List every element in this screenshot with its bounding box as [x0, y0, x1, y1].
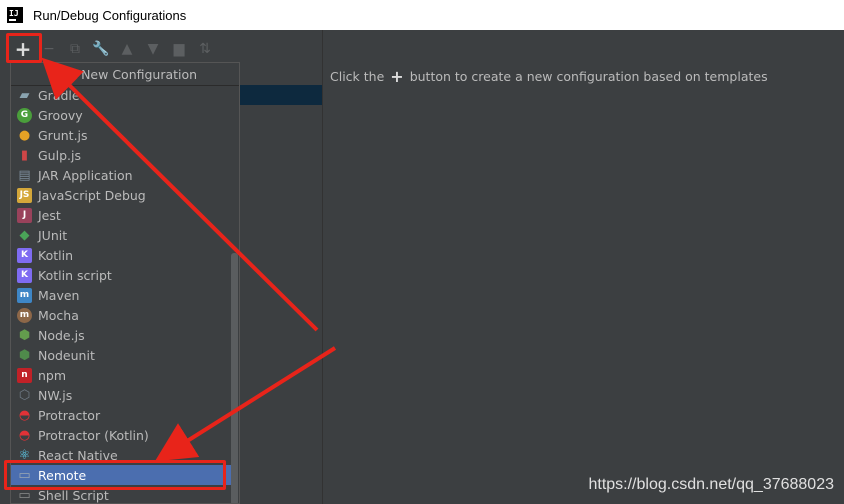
config-type-label: JAR Application: [38, 167, 133, 183]
arrow-down-icon: ▼: [147, 41, 159, 57]
configuration-type-list: ▰ Gradle G Groovy ● Grunt.js ▮ Gulp.js ▤ JAR Appl…: [11, 85, 237, 503]
minus-icon: −: [43, 41, 55, 57]
copy-button[interactable]: ⧉: [62, 36, 88, 62]
folder-icon: ▆: [173, 41, 185, 57]
gulp-icon: ▮: [20, 147, 29, 163]
arrow-up-icon: ▲: [121, 41, 133, 57]
config-type-nodeunit[interactable]: ⬢ Nodeunit: [11, 345, 237, 365]
config-type-mocha[interactable]: m Mocha: [11, 305, 237, 325]
js-debug-icon: JS: [17, 187, 32, 203]
protractor-kotlin-icon: ◓: [18, 427, 31, 443]
add-new-configuration-popup: Add New Configuration ▰ Gradle G Groovy ● Gru…: [10, 62, 240, 504]
config-type-gradle[interactable]: ▰ Gradle: [11, 85, 237, 105]
nwjs-icon: ⬡: [18, 387, 31, 403]
config-type-label: Kotlin script: [38, 267, 112, 283]
window-title: Run/Debug Configurations: [33, 7, 187, 23]
empty-state-hint: Click the + button to create a new confi…: [330, 67, 768, 86]
jar-icon: ▤: [18, 167, 31, 183]
config-type-maven[interactable]: m Maven: [11, 285, 237, 305]
hint-text-after: button to create a new configuration bas…: [409, 69, 768, 84]
junit-icon: ◆: [19, 227, 30, 243]
intellij-logo-icon: IJ: [7, 7, 23, 23]
hint-plus-icon: +: [390, 67, 404, 86]
config-type-label: Gulp.js: [38, 147, 81, 163]
config-type-kotlin[interactable]: K Kotlin: [11, 245, 237, 265]
config-type-js-debug[interactable]: JS JavaScript Debug: [11, 185, 237, 205]
config-type-label: NW.js: [38, 387, 73, 403]
kotlin-script-icon: K: [17, 267, 32, 283]
config-type-npm[interactable]: n npm: [11, 365, 237, 385]
grunt-icon: ●: [18, 127, 31, 143]
wrench-button[interactable]: 🔧: [88, 36, 114, 62]
maven-icon: m: [17, 287, 32, 303]
title-bar: IJ Run/Debug Configurations: [0, 0, 844, 30]
jest-icon: J: [17, 207, 32, 223]
config-type-grunt[interactable]: ● Grunt.js: [11, 125, 237, 145]
config-type-label: Gradle: [38, 87, 80, 103]
wrench-icon: 🔧: [92, 41, 110, 57]
popup-scrollbar[interactable]: [231, 253, 238, 503]
groovy-icon: G: [17, 107, 32, 123]
config-type-label: Protractor (Kotlin): [38, 427, 149, 443]
popup-header: Add New Configuration: [11, 63, 239, 86]
config-type-jest[interactable]: J Jest: [11, 205, 237, 225]
remote-highlight-box: [4, 460, 226, 490]
nodeunit-icon: ⬢: [18, 347, 31, 363]
arrow-up-button[interactable]: ▲: [114, 36, 140, 62]
plus-highlight-box: [6, 33, 42, 63]
config-type-label: Maven: [38, 287, 80, 303]
config-type-groovy[interactable]: G Groovy: [11, 105, 237, 125]
config-type-label: Node.js: [38, 327, 85, 343]
config-type-jar[interactable]: ▤ JAR Application: [11, 165, 237, 185]
config-type-nodejs[interactable]: ⬢ Node.js: [11, 325, 237, 345]
config-type-label: Kotlin: [38, 247, 73, 263]
mocha-icon: m: [17, 307, 32, 323]
panel-divider[interactable]: [322, 30, 323, 504]
config-type-label: npm: [38, 367, 67, 383]
kotlin-icon: K: [17, 247, 32, 263]
hint-text-before: Click the: [330, 69, 385, 84]
config-type-label: Jest: [38, 207, 61, 223]
config-type-protractor[interactable]: ◓ Protractor: [11, 405, 237, 425]
config-type-gulp[interactable]: ▮ Gulp.js: [11, 145, 237, 165]
sort-button[interactable]: ⇅: [192, 36, 218, 62]
copy-icon: ⧉: [70, 41, 80, 57]
config-type-label: Groovy: [38, 107, 83, 123]
config-type-protractor-kotlin[interactable]: ◓ Protractor (Kotlin): [11, 425, 237, 445]
arrow-down-button[interactable]: ▼: [140, 36, 166, 62]
tree-selection-row[interactable]: [238, 85, 322, 105]
config-type-label: Grunt.js: [38, 127, 88, 143]
config-type-label: Mocha: [38, 307, 79, 323]
protractor-icon: ◓: [18, 407, 31, 423]
npm-icon: n: [17, 367, 32, 383]
gradle-icon: ▰: [19, 87, 30, 103]
config-type-label: JavaScript Debug: [38, 187, 146, 203]
config-type-label: Protractor: [38, 407, 101, 423]
config-type-label: JUnit: [38, 227, 68, 243]
config-type-kotlin-script[interactable]: K Kotlin script: [11, 265, 237, 285]
folder-button[interactable]: ▆: [166, 36, 192, 62]
config-type-nwjs[interactable]: ⬡ NW.js: [11, 385, 237, 405]
config-type-junit[interactable]: ◆ JUnit: [11, 225, 237, 245]
sort-icon: ⇅: [199, 41, 211, 57]
watermark: https://blog.csdn.net/qq_37688023: [588, 476, 834, 493]
nodejs-icon: ⬢: [18, 327, 31, 343]
config-type-label: Nodeunit: [38, 347, 95, 363]
